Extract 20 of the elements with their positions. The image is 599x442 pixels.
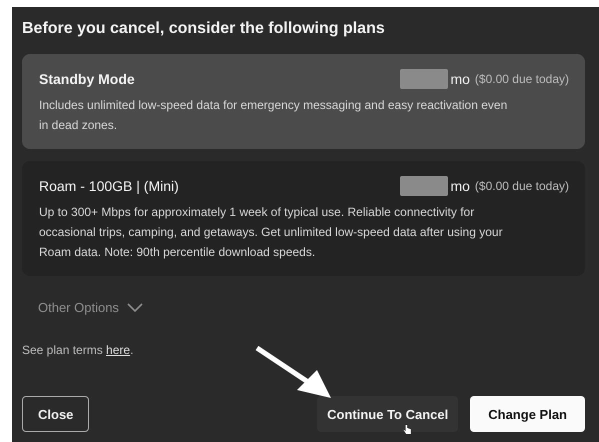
price-unit: mo — [450, 178, 470, 194]
continue-to-cancel-button[interactable]: Continue To Cancel — [317, 396, 458, 432]
due-today: ($0.00 due today) — [474, 179, 569, 193]
price-unit: mo — [450, 71, 470, 87]
hand-cursor-icon — [403, 424, 412, 435]
plan-description: Includes unlimited low-speed data for emergency messaging and easy reactivation even in dead zones. — [39, 97, 508, 134]
blurred-price — [400, 69, 448, 89]
plan-terms-text: See plan terms here. — [22, 343, 134, 357]
dialog-title: Before you cancel, consider the following plans — [22, 20, 386, 38]
plan-name: Standby Mode — [39, 71, 135, 87]
terms-link[interactable]: here — [106, 343, 130, 357]
blurred-price — [400, 176, 448, 196]
plan-card[interactable]: Standby Mode mo ($0.00 due today) Includes unlimited low-speed data for emergency messaging and easy reactivation even in dead zones. — [22, 54, 585, 149]
plan-description: Up to 300+ Mbps for approximately 1 week of typical use. Reliable connectivity for occasional trips, camping, and getaways. Get unlimited low-speed data after using your Roam data. Note: 90th percentile download speeds. — [39, 204, 504, 261]
due-today: ($0.00 due today) — [474, 72, 569, 86]
other-options-toggle[interactable]: Other Options — [38, 300, 585, 315]
plan-card[interactable] — [22, 161, 585, 276]
close-button[interactable]: Close — [22, 396, 90, 432]
change-plan-button[interactable]: Change Plan — [470, 396, 585, 432]
plan-name: Roam - 100GB | (Mini) — [39, 178, 179, 194]
